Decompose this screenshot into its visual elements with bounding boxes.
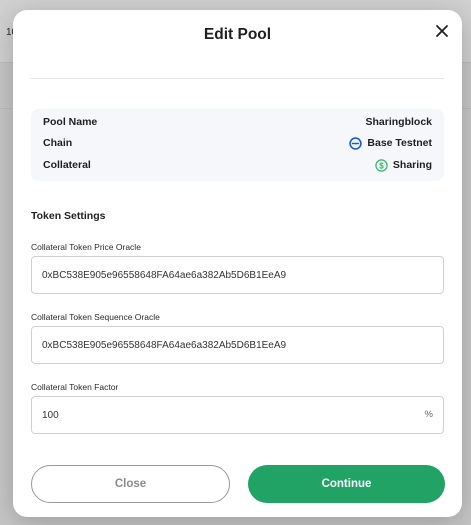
price-oracle-input[interactable]: [32, 257, 443, 293]
summary-row-collateral: Collateral $ Sharing: [43, 156, 432, 174]
close-button[interactable]: Close: [31, 465, 230, 503]
summary-row-chain: Chain Base Testnet: [43, 134, 432, 152]
token-factor-label: Collateral Token Factor: [31, 382, 119, 392]
summary-value-pool-name-wrap: Sharingblock: [365, 116, 432, 128]
token-settings-title: Token Settings: [31, 210, 106, 222]
price-oracle-field: [31, 256, 444, 294]
summary-value-collateral: Sharing: [392, 159, 432, 171]
continue-button[interactable]: Continue: [248, 465, 445, 503]
summary-row-pool-name: Pool Name Sharingblock: [43, 113, 432, 131]
summary-label-pool-name: Pool Name: [43, 116, 98, 128]
token-factor-field: %: [31, 396, 444, 434]
summary-label-chain: Chain: [43, 137, 73, 149]
price-oracle-label: Collateral Token Price Oracle: [31, 242, 141, 252]
percent-suffix: %: [424, 409, 433, 420]
sequence-oracle-field: [31, 326, 444, 364]
summary-value-collateral-wrap: $ Sharing: [375, 158, 432, 172]
token-factor-input[interactable]: [32, 397, 443, 433]
summary-label-collateral: Collateral: [43, 159, 91, 171]
summary-value-chain-wrap: Base Testnet: [349, 136, 432, 150]
sequence-oracle-label: Collateral Token Sequence Oracle: [31, 312, 160, 322]
dollar-coin-icon: $: [375, 158, 388, 172]
summary-value-pool-name: Sharingblock: [365, 116, 432, 128]
summary-value-chain: Base Testnet: [367, 137, 432, 149]
base-chain-icon: [349, 136, 363, 150]
pool-summary-card: Pool Name Sharingblock Chain Base Testne…: [31, 109, 444, 181]
modal-title: Edit Pool: [203, 26, 272, 43]
edit-pool-modal: Edit Pool Pool Name Sharingblock Chain B…: [13, 10, 462, 517]
svg-text:$: $: [379, 161, 384, 170]
sequence-oracle-input[interactable]: [32, 327, 443, 363]
close-icon[interactable]: [432, 21, 452, 41]
header-divider: [31, 78, 444, 79]
